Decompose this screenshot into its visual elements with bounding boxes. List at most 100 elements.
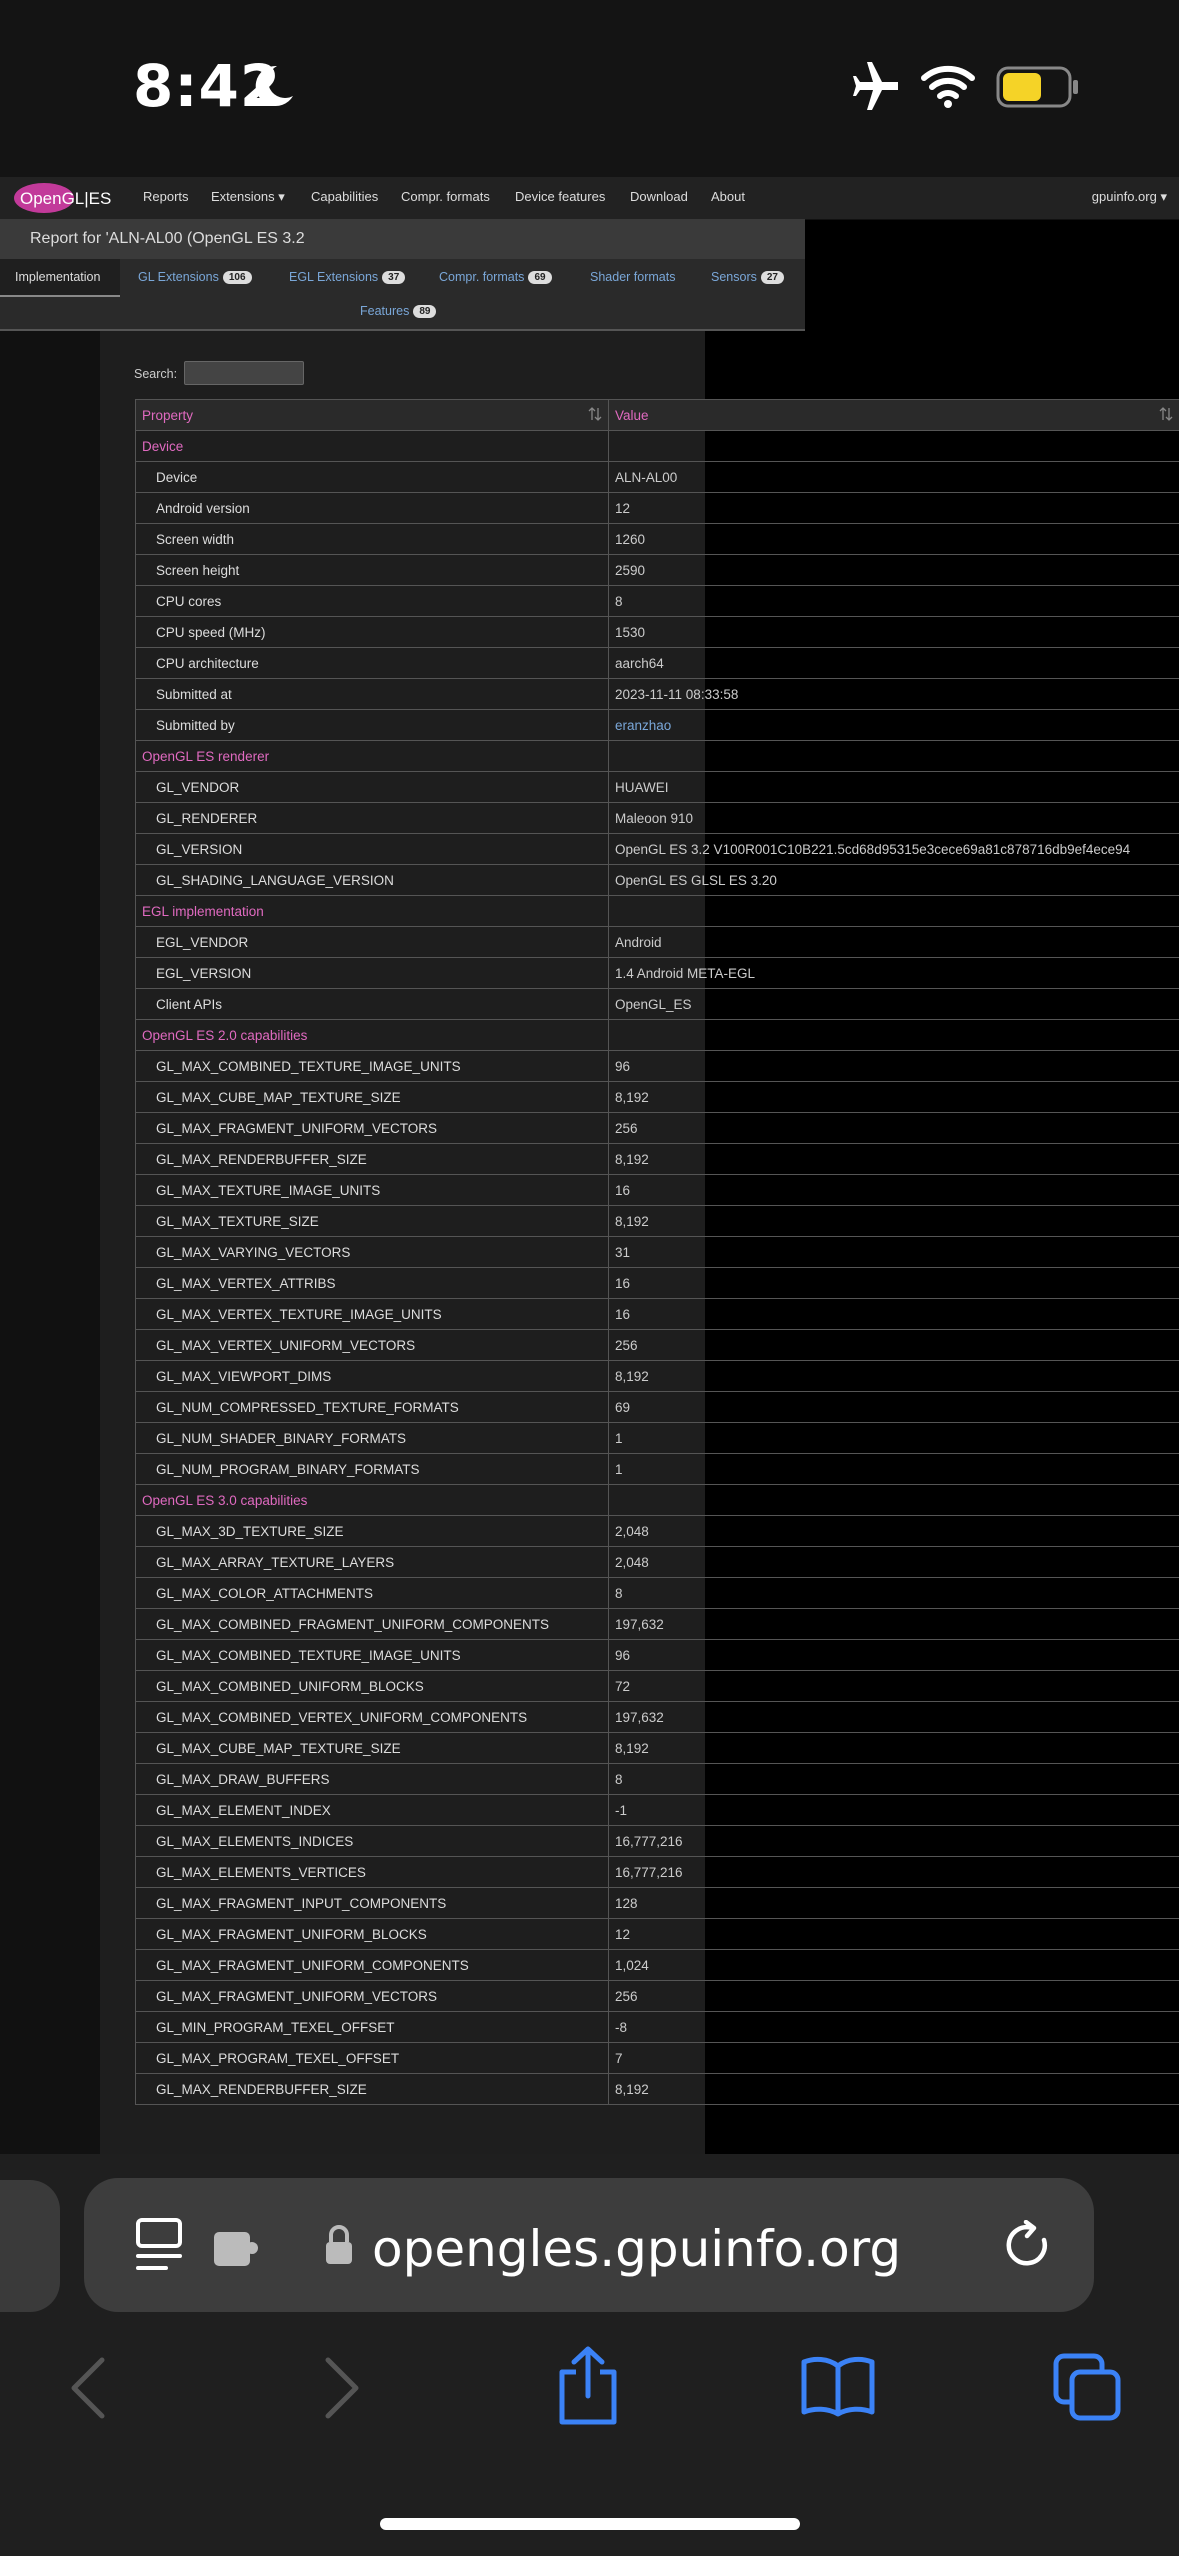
- property-value: 16: [608, 1298, 1179, 1330]
- table-category-row: OpenGL ES renderer: [135, 740, 1179, 772]
- bookmarks-icon[interactable]: [800, 2354, 876, 2418]
- column-header-value[interactable]: Value: [608, 399, 1179, 431]
- tab-implementation[interactable]: Implementation: [15, 270, 100, 284]
- property-name: GL_MAX_FRAGMENT_UNIFORM_COMPONENTS: [135, 1949, 609, 1981]
- left-gutter: [0, 331, 100, 2154]
- property-value: HUAWEI: [608, 771, 1179, 803]
- category-label: EGL implementation: [135, 895, 609, 927]
- nav-about[interactable]: About: [711, 189, 745, 204]
- property-value: 8: [608, 1577, 1179, 1609]
- status-bar: 8:42: [0, 0, 1179, 177]
- sort-icon: [588, 407, 602, 421]
- property-name: Submitted by: [135, 709, 609, 741]
- property-name: GL_MAX_RENDERBUFFER_SIZE: [135, 2073, 609, 2105]
- nav-download[interactable]: Download: [630, 189, 688, 204]
- property-value: OpenGL ES GLSL ES 3.20: [608, 864, 1179, 896]
- nav-reports[interactable]: Reports: [143, 189, 189, 204]
- property-value: 16: [608, 1267, 1179, 1299]
- home-indicator[interactable]: [380, 2518, 800, 2530]
- property-value: 12: [608, 1918, 1179, 1950]
- table-row: GL_MAX_CUBE_MAP_TEXTURE_SIZE 8,192: [135, 1081, 1179, 1113]
- previous-tab-preview[interactable]: [0, 2180, 60, 2312]
- category-label: OpenGL ES 3.0 capabilities: [135, 1484, 609, 1516]
- search-input[interactable]: [184, 361, 304, 385]
- svg-text:OpenGL|ES: OpenGL|ES: [20, 189, 111, 208]
- report-title: Report for 'ALN-AL00 (OpenGL ES 3.2 V100…: [0, 219, 805, 287]
- property-name: GL_MAX_PROGRAM_TEXEL_OFFSET: [135, 2042, 609, 2074]
- table-row: GL_MAX_COLOR_ATTACHMENTS 8: [135, 1577, 1179, 1609]
- property-value: 8: [608, 585, 1179, 617]
- category-label: Device: [135, 430, 609, 462]
- property-name: Android version: [135, 492, 609, 524]
- property-value: [608, 430, 1179, 462]
- reload-icon[interactable]: [1004, 2220, 1054, 2272]
- tabs-icon[interactable]: [1052, 2352, 1124, 2424]
- reader-mode-icon[interactable]: [136, 2218, 184, 2272]
- property-value: 1260: [608, 523, 1179, 555]
- tab-sensors[interactable]: Sensors 27: [711, 270, 784, 284]
- forward-icon[interactable]: [322, 2356, 362, 2420]
- property-value: [608, 895, 1179, 927]
- property-value: 256: [608, 1329, 1179, 1361]
- table-category-row: Device: [135, 430, 1179, 462]
- property-value: 2,048: [608, 1515, 1179, 1547]
- tab-badge: 89: [413, 305, 437, 318]
- property-value: OpenGL ES 3.2 V100R001C10B221.5cd68d9531…: [608, 833, 1179, 865]
- table-row: Device ALN-AL00: [135, 461, 1179, 493]
- lock-icon: [326, 2225, 352, 2264]
- tab-shader-formats[interactable]: Shader formats: [590, 270, 675, 284]
- property-name: GL_MAX_VERTEX_UNIFORM_VECTORS: [135, 1329, 609, 1361]
- nav-device-features[interactable]: Device features: [515, 189, 605, 204]
- property-value: 8,192: [608, 1205, 1179, 1237]
- submitter-link[interactable]: eranzhao: [608, 709, 1179, 741]
- property-name: CPU cores: [135, 585, 609, 617]
- share-icon[interactable]: [556, 2346, 620, 2426]
- tab-gl-extensions[interactable]: GL Extensions 106: [138, 270, 252, 284]
- property-name: GL_MAX_VERTEX_ATTRIBS: [135, 1267, 609, 1299]
- address-bar[interactable]: opengles.gpuinfo.org: [84, 2178, 1094, 2312]
- nav-extensions[interactable]: Extensions ▾: [211, 189, 285, 205]
- property-value: 1,024: [608, 1949, 1179, 1981]
- property-name: GL_MAX_3D_TEXTURE_SIZE: [135, 1515, 609, 1547]
- url-text[interactable]: opengles.gpuinfo.org: [372, 2220, 901, 2278]
- nav-capabilities[interactable]: Capabilities: [311, 189, 378, 204]
- property-value: Maleoon 910: [608, 802, 1179, 834]
- property-name: GL_MAX_COMBINED_FRAGMENT_UNIFORM_COMPONE…: [135, 1608, 609, 1640]
- opengl-es-logo[interactable]: OpenGL|ES: [12, 181, 127, 215]
- property-name: GL_MAX_RENDERBUFFER_SIZE: [135, 1143, 609, 1175]
- table-row: GL_VENDOR HUAWEI: [135, 771, 1179, 803]
- property-value: 128: [608, 1887, 1179, 1919]
- nav-compr-formats[interactable]: Compr. formats: [401, 189, 490, 204]
- tab-features[interactable]: Features 89: [360, 304, 437, 318]
- property-value: 2,048: [608, 1546, 1179, 1578]
- tab-badge: 69: [528, 271, 552, 284]
- property-value: 1: [608, 1422, 1179, 1454]
- web-page: OpenGL|ES Reports Extensions ▾ Capabilit…: [0, 177, 1179, 2154]
- back-icon[interactable]: [68, 2356, 108, 2420]
- moon-icon: [255, 65, 293, 106]
- tab-egl-extensions[interactable]: EGL Extensions 37: [289, 270, 406, 284]
- table-row: GL_MAX_CUBE_MAP_TEXTURE_SIZE 8,192: [135, 1732, 1179, 1764]
- extension-icon[interactable]: [212, 2228, 262, 2268]
- table-row: GL_NUM_PROGRAM_BINARY_FORMATS 1: [135, 1453, 1179, 1485]
- property-value: 69: [608, 1391, 1179, 1423]
- property-value: 1.4 Android META-EGL: [608, 957, 1179, 989]
- property-value: 1: [608, 1453, 1179, 1485]
- property-name: GL_RENDERER: [135, 802, 609, 834]
- table-row: GL_MAX_FRAGMENT_UNIFORM_COMPONENTS 1,024: [135, 1949, 1179, 1981]
- property-value: 256: [608, 1980, 1179, 2012]
- table-body: Device Device ALN-AL00 Android version 12 Scr…: [135, 430, 1179, 2105]
- property-name: GL_MAX_COMBINED_VERTEX_UNIFORM_COMPONENT…: [135, 1701, 609, 1733]
- table-row: Android version 12: [135, 492, 1179, 524]
- tab-compr-formats[interactable]: Compr. formats 69: [439, 270, 552, 284]
- category-label: OpenGL ES renderer: [135, 740, 609, 772]
- property-value: 8,192: [608, 1732, 1179, 1764]
- property-value: 2590: [608, 554, 1179, 586]
- property-name: GL_MAX_ELEMENT_INDEX: [135, 1794, 609, 1826]
- nav-gpuinfo-menu[interactable]: gpuinfo.org ▾: [1092, 189, 1167, 205]
- property-value: 96: [608, 1639, 1179, 1671]
- table-category-row: EGL implementation: [135, 895, 1179, 927]
- property-value: 72: [608, 1670, 1179, 1702]
- table-row: Submitted by eranzhao: [135, 709, 1179, 741]
- column-header-property[interactable]: Property: [135, 399, 609, 431]
